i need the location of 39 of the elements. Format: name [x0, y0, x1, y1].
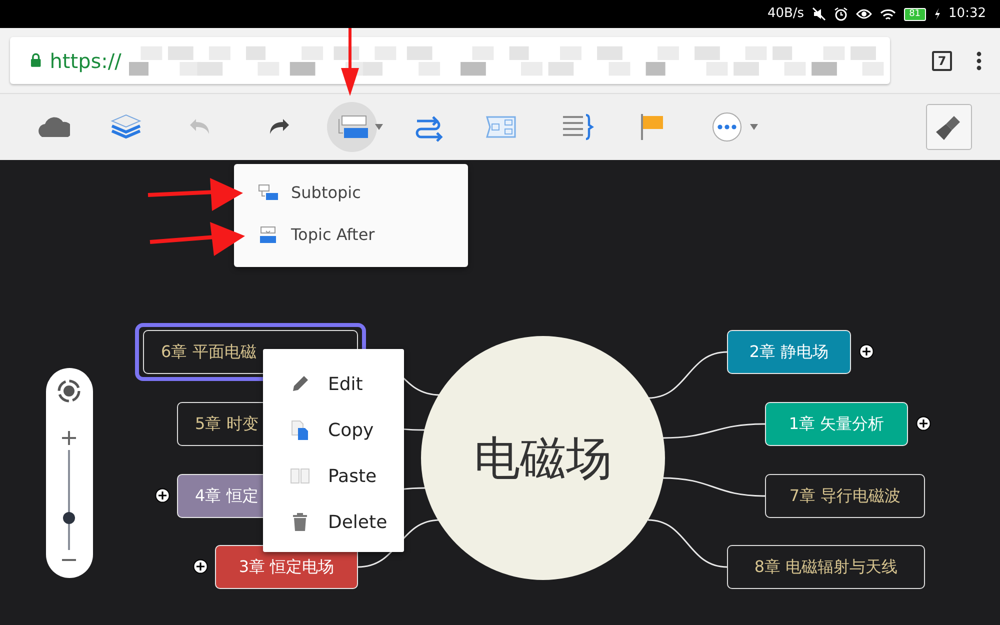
zoom-out-icon[interactable] — [61, 558, 77, 562]
topic-node[interactable]: 8章 电磁辐射与天线 — [727, 545, 925, 589]
style-button[interactable] — [926, 104, 972, 150]
address-bar[interactable]: https:// — [10, 37, 890, 84]
network-speed: 40B/s — [767, 5, 804, 24]
charging-icon — [934, 8, 941, 20]
alarm-icon — [834, 7, 848, 21]
caret-icon[interactable] — [375, 124, 383, 130]
menu-item[interactable]: Topic After — [234, 214, 468, 256]
zoom-slider[interactable] — [63, 450, 75, 550]
pencil-icon — [290, 374, 310, 394]
clock-time: 10:32 — [948, 5, 986, 24]
expand-icon[interactable] — [859, 344, 874, 359]
copy-icon — [290, 420, 310, 440]
expand-icon[interactable] — [916, 416, 931, 431]
topic-node[interactable]: 2章 静电场 — [727, 330, 851, 374]
toolbar-button[interactable] — [327, 102, 377, 152]
topic-node[interactable]: 7章 导行电磁波 — [765, 474, 925, 518]
annotation-arrow — [341, 28, 359, 96]
central-topic[interactable]: 电磁场 — [421, 336, 665, 580]
locate-icon[interactable] — [56, 378, 82, 404]
battery-indicator: 81 — [904, 8, 926, 20]
expand-icon[interactable] — [193, 559, 208, 574]
zoom-in-icon[interactable] — [61, 430, 77, 446]
eye-icon — [856, 8, 872, 20]
subtopic-icon — [258, 184, 278, 202]
mute-icon — [812, 7, 826, 21]
url-text: https:// — [50, 48, 122, 74]
slider-thumb[interactable] — [63, 512, 75, 524]
caret-icon[interactable] — [750, 124, 758, 130]
menu-icon[interactable] — [976, 50, 982, 70]
book-icon — [290, 466, 310, 486]
wifi-icon — [880, 8, 896, 20]
lock-icon — [30, 53, 42, 68]
tab-count-button[interactable]: 7 — [932, 50, 952, 70]
menu-item[interactable]: Subtopic — [234, 172, 468, 214]
trash-icon — [290, 512, 310, 532]
topic-after-icon — [258, 226, 278, 244]
expand-icon[interactable] — [155, 488, 170, 503]
